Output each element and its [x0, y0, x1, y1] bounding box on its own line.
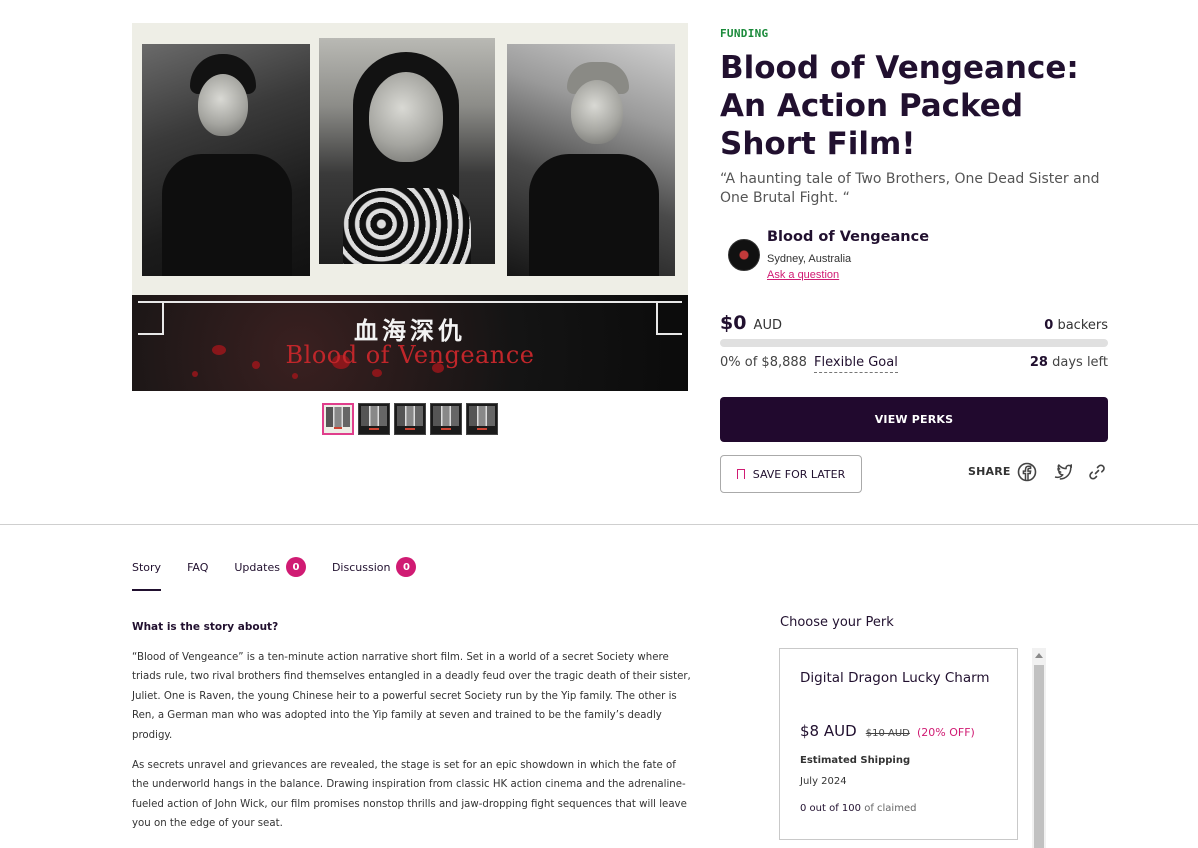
save-for-later-label: SAVE FOR LATER: [752, 467, 846, 481]
twitter-icon[interactable]: [1052, 462, 1072, 482]
choose-perk-heading: Choose your Perk: [780, 615, 894, 630]
funding-progress-bar: [720, 339, 1108, 347]
discussion-count-badge: 0: [396, 557, 417, 577]
perk-card[interactable]: Digital Dragon Lucky Charm $8 AUD $10 AU…: [779, 648, 1018, 840]
story-heading: What is the story about?: [132, 621, 279, 633]
hero-photo-left: [142, 44, 310, 276]
perk-discount: (20% OFF): [916, 726, 975, 739]
flexible-goal-tooltip[interactable]: Flexible Goal: [814, 355, 898, 373]
tab-label: Story: [132, 560, 162, 574]
updates-count-badge: 0: [285, 557, 306, 577]
estimated-shipping-label: Estimated Shipping: [800, 755, 911, 766]
campaign-tabs: Story FAQ Updates 0 Discussion 0: [132, 557, 442, 577]
story-paragraph: As secrets unravel and grievances are re…: [132, 760, 687, 830]
funding-status-label: FUNDING: [720, 27, 769, 40]
campaign-hero-image[interactable]: 血海深仇 Blood of Vengeance: [132, 23, 688, 391]
perk-title: Digital Dragon Lucky Charm: [800, 670, 990, 686]
owner-avatar[interactable]: [728, 239, 760, 271]
perk-original-price: $10 AUD: [865, 728, 910, 739]
amount-currency: AUD: [753, 318, 782, 333]
campaign-tagline: “A haunting tale of Two Brothers, One De…: [720, 171, 1100, 206]
share-label: SHARE: [968, 465, 1011, 478]
save-for-later-button[interactable]: SAVE FOR LATER: [720, 455, 862, 493]
tab-faq[interactable]: FAQ: [187, 557, 208, 577]
tab-updates[interactable]: Updates 0: [234, 557, 306, 577]
perk-claimed-number: 0 out of 100: [800, 803, 862, 814]
tab-label: FAQ: [187, 560, 209, 574]
hero-photo-center: [319, 38, 495, 264]
gallery-thumbnails: [322, 403, 498, 435]
bookmark-icon: [736, 469, 745, 482]
facebook-icon[interactable]: [1017, 462, 1037, 482]
estimated-shipping-date: July 2024: [800, 776, 847, 787]
perk-claimed-suffix: of claimed: [864, 803, 917, 814]
gallery-thumbnail[interactable]: [466, 403, 498, 435]
scroll-up-arrow-icon[interactable]: [1032, 648, 1046, 662]
tab-discussion[interactable]: Discussion 0: [332, 557, 417, 577]
backers-label: backers: [1057, 318, 1108, 333]
tab-label: Updates: [234, 560, 280, 574]
funding-goal-percent: 0% of $8,888: [720, 355, 807, 370]
backers-count: 0 backers: [1044, 318, 1108, 333]
days-left-number: 28: [1029, 355, 1048, 370]
funding-goal: 0% of $8,888 Flexible Goal: [720, 355, 898, 373]
days-left: 28 days left: [1030, 355, 1108, 370]
owner-name[interactable]: Blood of Vengeance: [767, 229, 929, 245]
gallery-thumbnail[interactable]: [322, 403, 354, 435]
scrollbar-thumb[interactable]: [1034, 665, 1044, 848]
hero-photo-right: [507, 44, 675, 276]
view-perks-button[interactable]: VIEW PERKS: [720, 397, 1108, 442]
tab-story[interactable]: Story: [132, 557, 161, 577]
hero-title-banner: 血海深仇 Blood of Vengeance: [132, 295, 688, 391]
ask-question-link[interactable]: Ask a question: [767, 269, 839, 281]
perk-current-price: $8 AUD: [800, 722, 857, 740]
days-left-label: days left: [1052, 355, 1108, 370]
active-tab-indicator: [132, 589, 161, 591]
perks-scrollbar[interactable]: [1032, 648, 1046, 848]
gallery-thumbnail[interactable]: [358, 403, 390, 435]
amount-raised-value: $0: [720, 312, 747, 334]
amount-raised: $0 AUD: [720, 312, 782, 334]
link-icon[interactable]: [1087, 462, 1107, 482]
banner-english-title: Blood of Vengeance: [285, 341, 535, 369]
campaign-title: Blood of Vengeance: An Action Packed Sho…: [720, 50, 1079, 162]
tab-label: Discussion: [331, 560, 391, 574]
gallery-thumbnail[interactable]: [430, 403, 462, 435]
backers-number: 0: [1044, 318, 1054, 333]
gallery-thumbnail[interactable]: [394, 403, 426, 435]
section-divider: [0, 524, 1198, 525]
perk-price: $8 AUD $10 AUD (20% OFF): [800, 721, 975, 740]
owner-location: Sydney, Australia: [767, 253, 852, 265]
perk-claimed-count: 0 out of 100 of claimed: [800, 803, 916, 814]
story-paragraph: “Blood of Vengeance” is a ten-minute act…: [132, 652, 691, 741]
